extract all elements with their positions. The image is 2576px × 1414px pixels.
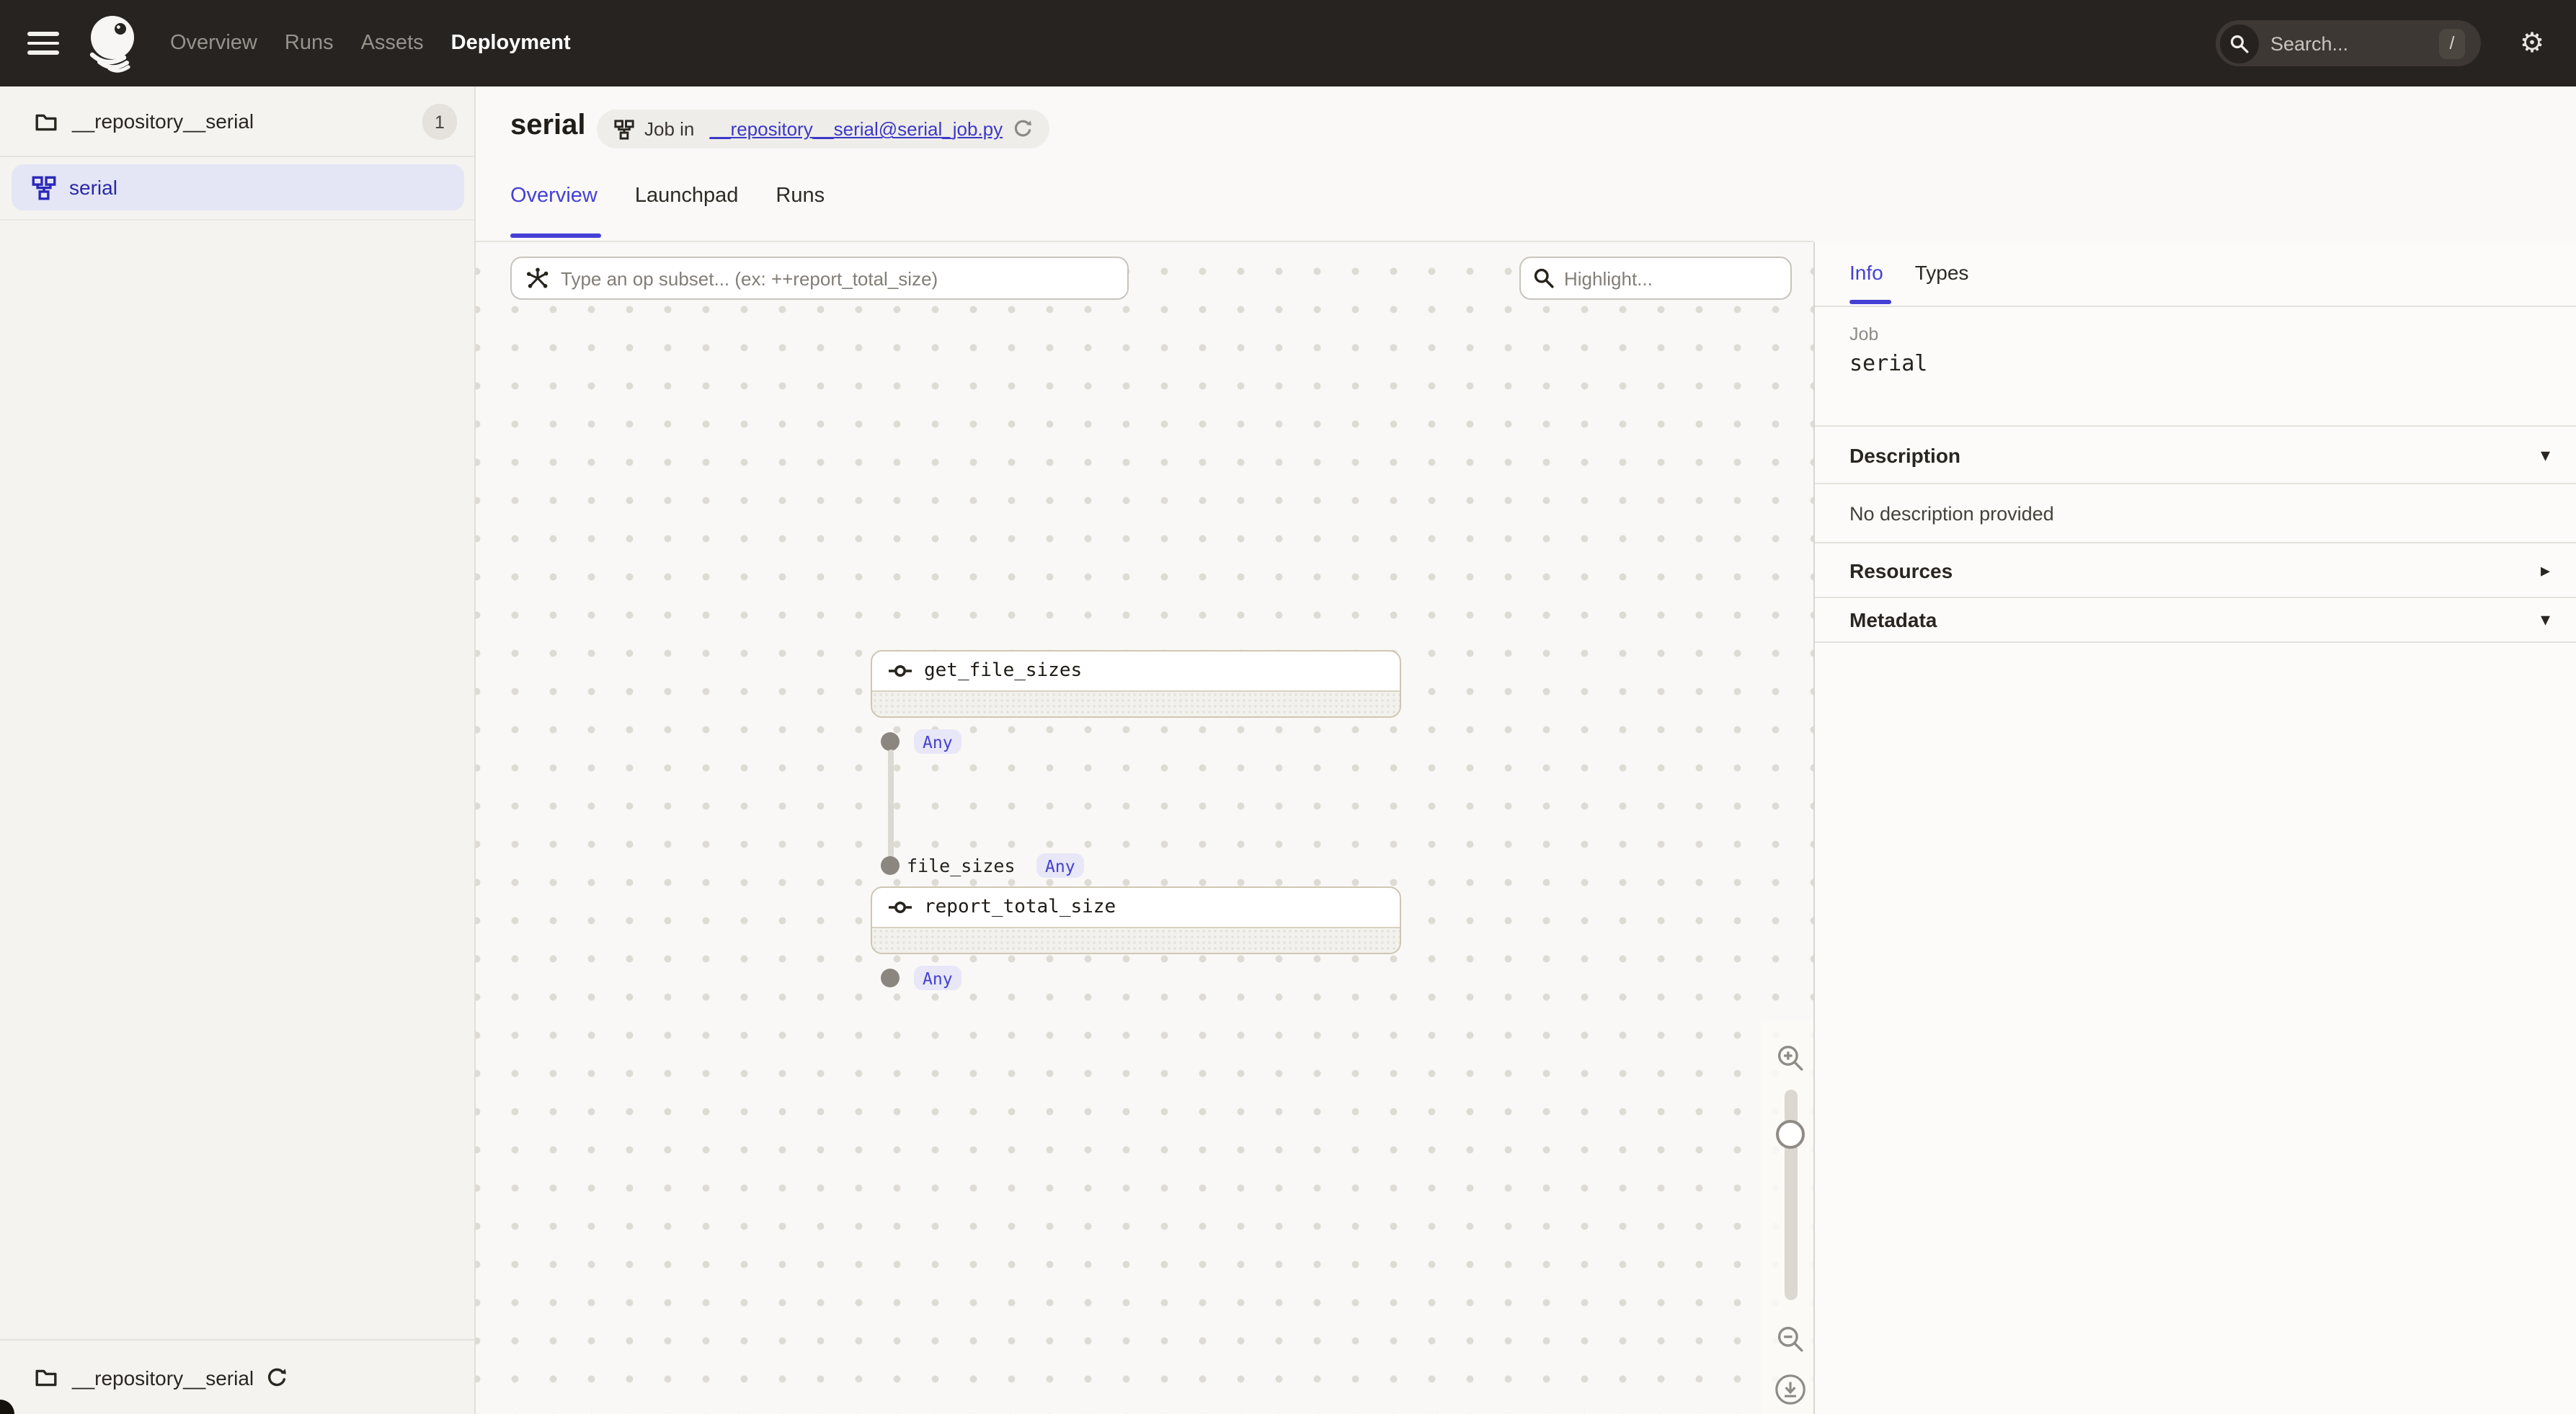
global-search[interactable]: / xyxy=(2216,20,2481,66)
job-icon xyxy=(32,175,56,200)
repository-name: __repository__serial xyxy=(72,110,254,133)
highlight-input[interactable] xyxy=(1564,267,1790,289)
folder-icon xyxy=(35,110,58,132)
job-label: Job xyxy=(1849,324,1878,344)
output-type-badge[interactable]: Any xyxy=(914,966,961,990)
search-input[interactable] xyxy=(2270,32,2439,54)
zoom-in-icon[interactable] xyxy=(1776,1044,1805,1072)
op-node-get_file_sizes[interactable]: get_file_sizes xyxy=(871,650,1401,718)
description-body: No description provided xyxy=(1849,503,2054,525)
left-sidebar: __repository__serial 1 serial __reposito… xyxy=(0,86,476,1414)
dagster-logo-icon[interactable] xyxy=(81,12,144,75)
output-port xyxy=(881,969,900,987)
search-icon xyxy=(2220,24,2259,63)
chevron-down-icon: ▾ xyxy=(2541,443,2550,466)
nav-runs[interactable]: Runs xyxy=(285,32,334,55)
section-description[interactable]: Description ▾ xyxy=(1815,427,2576,483)
nav-overview[interactable]: Overview xyxy=(170,32,257,55)
job-count-badge: 1 xyxy=(422,104,457,140)
refresh-icon[interactable] xyxy=(1013,120,1031,138)
nav-deployment[interactable]: Deployment xyxy=(451,32,571,55)
op-node-report_total_size[interactable]: report_total_size xyxy=(871,886,1401,954)
search-icon xyxy=(1534,268,1554,288)
job-icon xyxy=(614,119,634,139)
footer-repository-name: __repository__serial xyxy=(72,1366,254,1389)
op-icon xyxy=(888,899,912,915)
op-icon xyxy=(888,663,912,679)
tab-launchpad[interactable]: Launchpad xyxy=(635,184,739,208)
job-tabs: Overview Launchpad Runs xyxy=(510,184,825,208)
op-name: report_total_size xyxy=(924,897,1116,918)
section-title: Resources xyxy=(1849,559,1953,582)
job-context-pill: Job in __repository__serial@serial_job.p… xyxy=(597,110,1049,148)
top-nav-bar: Overview Runs Assets Deployment / ⚙ xyxy=(0,0,2576,86)
op-node-body xyxy=(872,692,1400,716)
job-context-prefix: Job in xyxy=(644,118,700,140)
job-name-value: serial xyxy=(1849,350,1927,376)
sidebar-item-serial[interactable]: serial xyxy=(12,164,464,210)
zoom-slider-handle[interactable] xyxy=(1776,1120,1805,1149)
active-tab-underline xyxy=(510,234,601,238)
download-image-icon[interactable] xyxy=(1773,1372,1808,1407)
op-subset-filter[interactable] xyxy=(510,257,1129,300)
tab-runs[interactable]: Runs xyxy=(776,184,825,208)
sidebar-item-label: serial xyxy=(69,176,117,199)
reload-repository-icon[interactable] xyxy=(267,1367,287,1387)
output-type-badge[interactable]: Any xyxy=(914,729,961,754)
nav-assets[interactable]: Assets xyxy=(361,32,424,55)
op-name: get_file_sizes xyxy=(924,660,1082,682)
app-root: Overview Runs Assets Deployment / ⚙ __re… xyxy=(0,0,2576,1414)
input-type-badge[interactable]: Any xyxy=(1036,853,1084,878)
graph-edge xyxy=(887,750,893,859)
chevron-down-icon: ▾ xyxy=(2541,608,2550,631)
section-metadata[interactable]: Metadata ▾ xyxy=(1815,598,2576,641)
info-panel: Info Types Job serial Description ▾ No d… xyxy=(1813,242,2576,1414)
settings-gear-icon[interactable]: ⚙ xyxy=(2520,0,2544,86)
output-port xyxy=(881,732,900,751)
zoom-out-icon[interactable] xyxy=(1776,1325,1805,1353)
panel-divider xyxy=(1815,306,2576,307)
panel-divider xyxy=(1815,483,2576,484)
page-title: serial xyxy=(510,110,586,143)
op-node-body xyxy=(872,928,1400,953)
panel-divider xyxy=(1815,641,2576,643)
input-port xyxy=(881,856,900,875)
nav-links: Overview Runs Assets Deployment xyxy=(170,0,571,86)
folder-icon xyxy=(35,1366,58,1388)
panel-tabs: Info Types xyxy=(1849,261,1968,284)
op-subset-input[interactable] xyxy=(561,267,1127,289)
section-title: Metadata xyxy=(1849,608,1937,631)
panel-tab-types[interactable]: Types xyxy=(1915,261,1969,284)
section-title: Description xyxy=(1849,443,1960,466)
chevron-right-icon: ▸ xyxy=(2541,559,2550,582)
job-file-link[interactable]: __repository__serial@serial_job.py xyxy=(710,118,1003,140)
panel-tab-info[interactable]: Info xyxy=(1849,261,1883,284)
section-resources[interactable]: Resources ▸ xyxy=(1815,543,2576,597)
op-selector-icon xyxy=(526,267,549,290)
panel-active-tab-underline xyxy=(1849,300,1891,304)
highlight-filter[interactable] xyxy=(1519,257,1792,300)
repository-header[interactable]: __repository__serial 1 xyxy=(0,86,474,157)
sidebar-footer: __repository__serial xyxy=(0,1339,474,1414)
search-shortcut-badge: / xyxy=(2439,28,2465,58)
sidebar-divider xyxy=(0,219,474,221)
tab-overview[interactable]: Overview xyxy=(510,184,598,208)
menu-icon[interactable] xyxy=(27,32,59,55)
dag-canvas[interactable]: get_file_sizes Any file_sizes Any report… xyxy=(476,242,1813,1414)
input-name: file_sizes xyxy=(907,855,1016,876)
